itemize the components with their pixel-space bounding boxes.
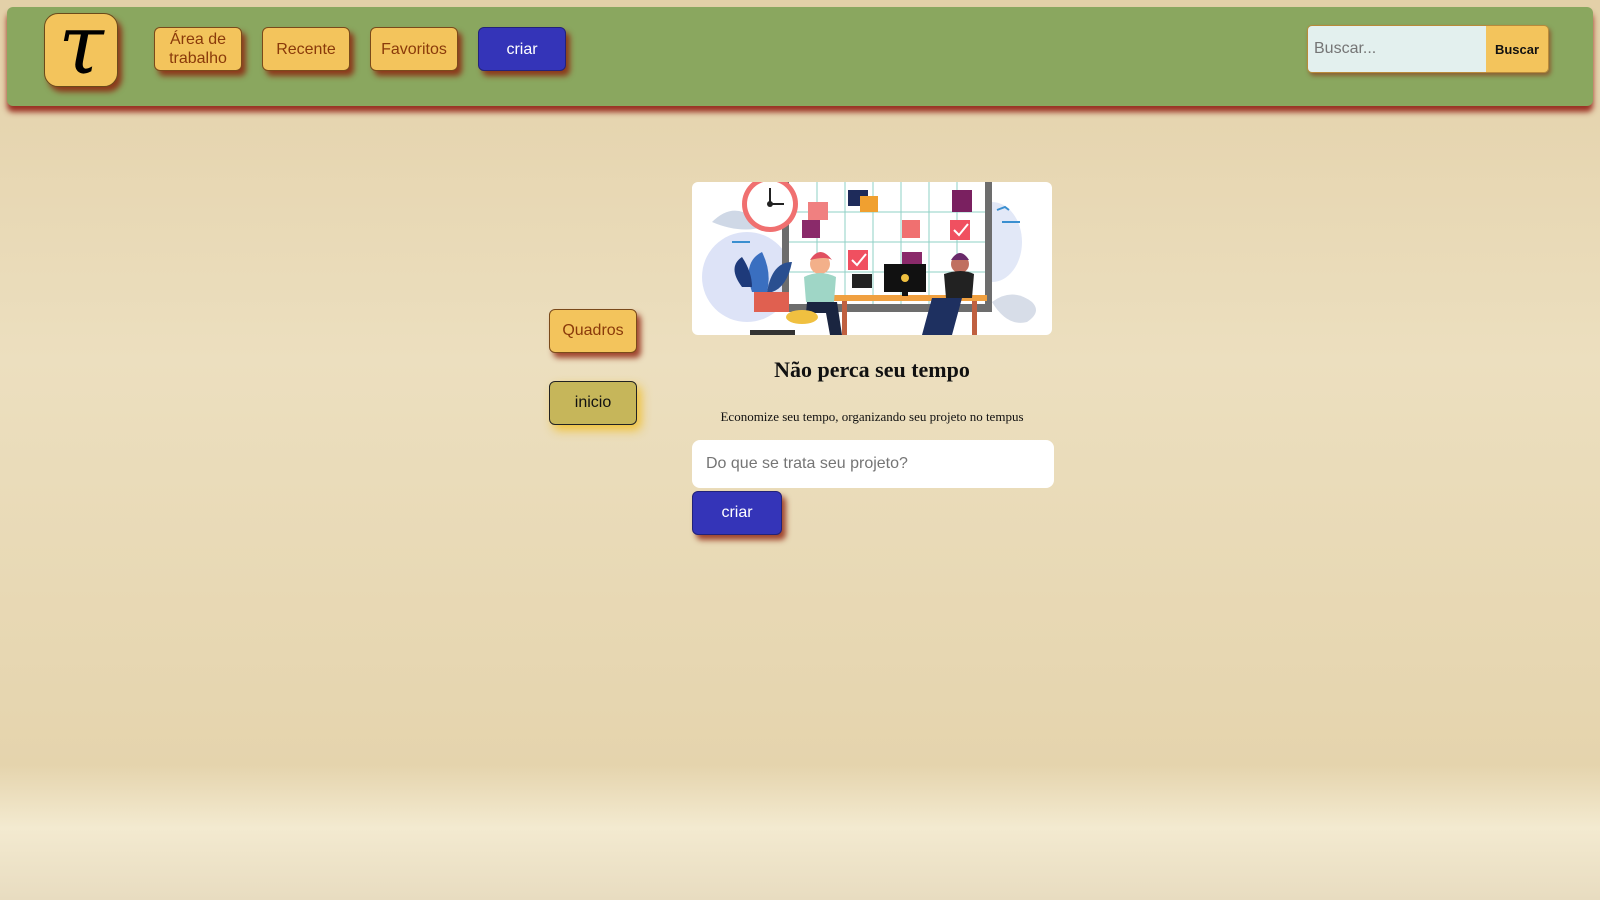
search-box: Buscar <box>1307 25 1549 73</box>
sidebar-item-quadros-label: Quadros <box>562 322 624 339</box>
create-project-button[interactable]: criar <box>692 491 782 535</box>
search-button[interactable]: Buscar <box>1486 26 1548 72</box>
nav-recente-button[interactable]: Recente <box>262 27 350 71</box>
sidebar-item-inicio[interactable]: inicio <box>549 381 637 425</box>
nav-area-de-trabalho-label-line2: trabalho <box>169 50 227 67</box>
tempus-logo[interactable]: τ <box>44 5 118 87</box>
nav-area-de-trabalho-button[interactable]: Área de trabalho <box>154 27 242 71</box>
nav-recente-label: Recente <box>276 40 336 58</box>
sidebar-item-quadros[interactable]: Quadros <box>549 309 637 353</box>
nav-favoritos-button[interactable]: Favoritos <box>370 27 458 71</box>
nav-favoritos-label: Favoritos <box>381 40 447 58</box>
nav-area-de-trabalho-label-line1: Área de <box>169 31 227 48</box>
sidebar-item-inicio-label: inicio <box>574 394 612 411</box>
page-subtitle: Economize seu tempo, organizando seu pro… <box>720 409 1024 424</box>
create-project-label: criar <box>721 504 753 521</box>
hero-illustration <box>692 182 1052 335</box>
nav-criar-label: criar <box>506 40 538 58</box>
logo-glyph: τ <box>58 0 104 93</box>
search-input[interactable] <box>1308 26 1486 72</box>
top-navbar: τ Área de trabalho Recente Favoritos cri… <box>7 5 1593 106</box>
teamwork-calendar-illustration <box>702 182 1036 335</box>
project-description-input[interactable] <box>692 440 1054 488</box>
page-title: Não perca seu tempo <box>774 357 970 382</box>
nav-criar-button[interactable]: criar <box>478 27 566 71</box>
